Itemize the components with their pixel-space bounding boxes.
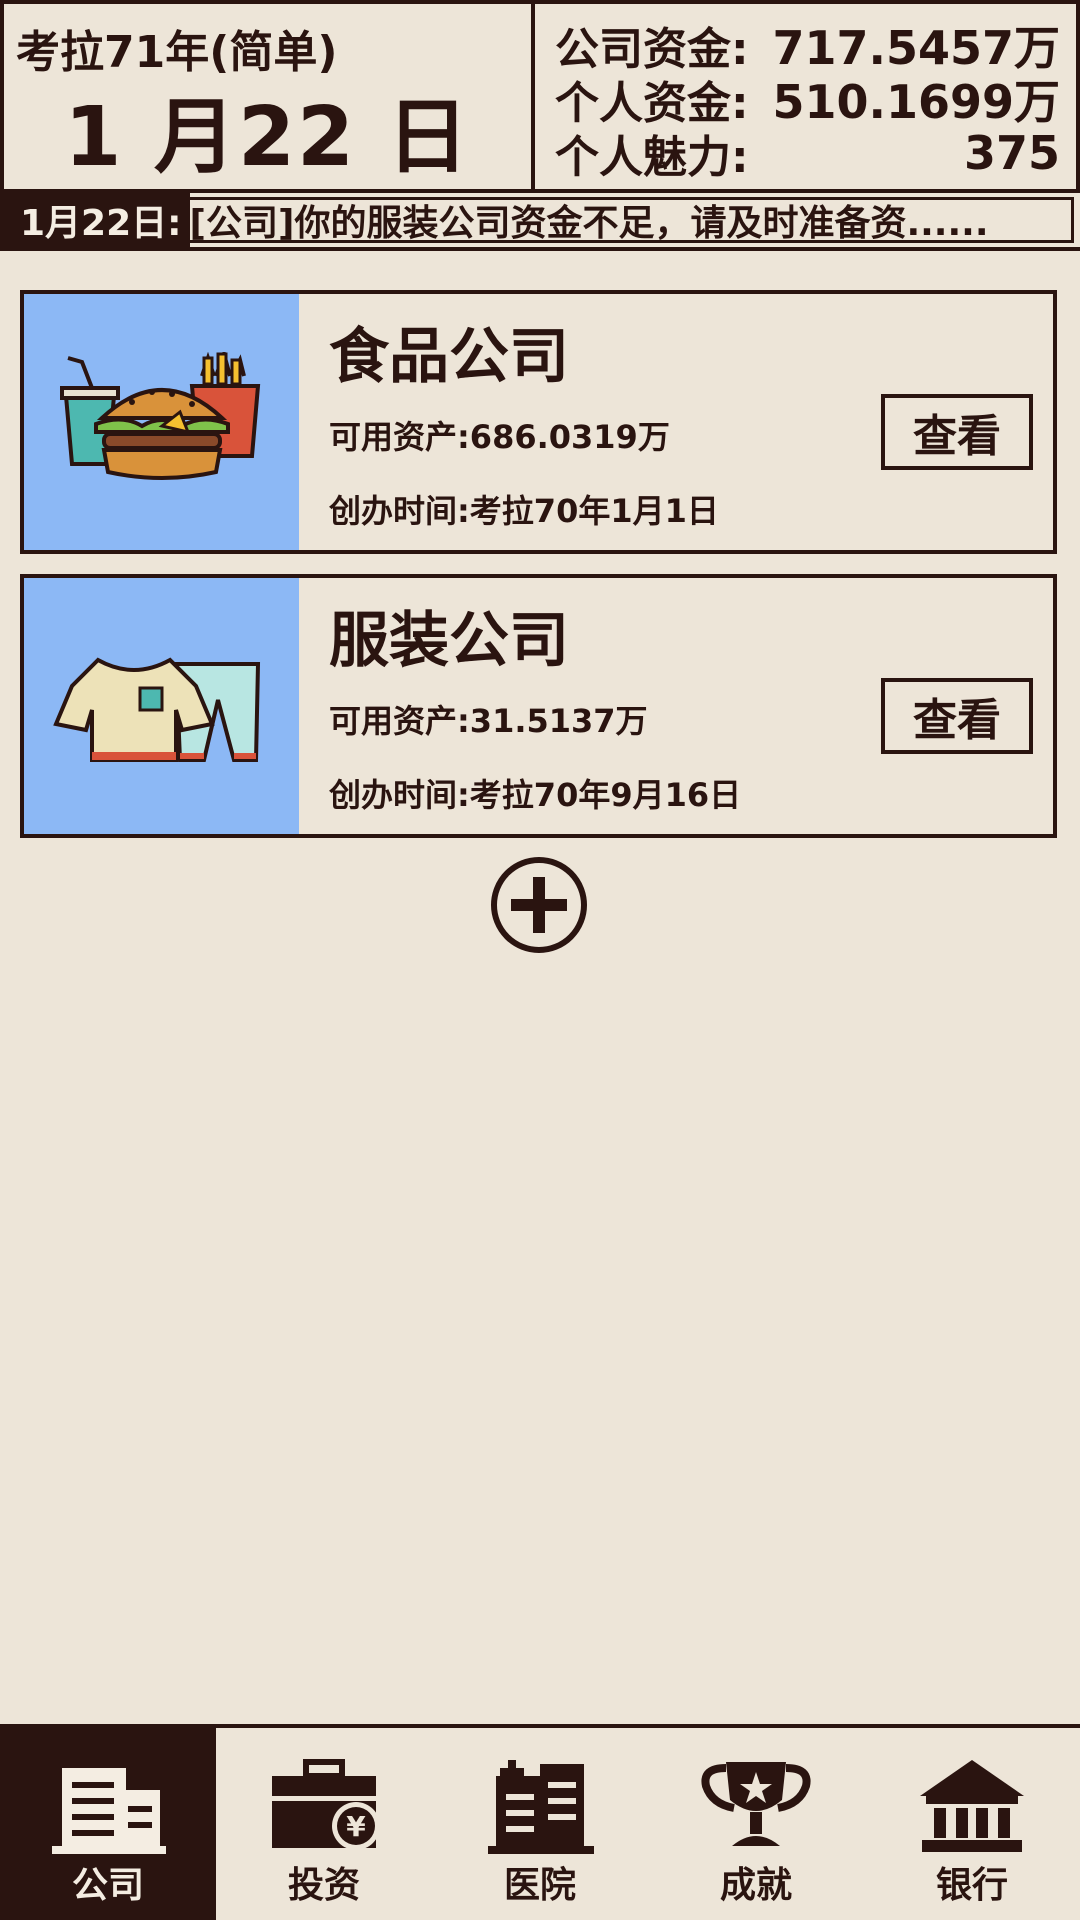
trophy-icon	[701, 1762, 811, 1846]
clothing-company-info: 服装公司 可用资产:31.5137万 创办时间:考拉70年9月16日 查看	[299, 578, 1053, 834]
available-assets: 可用资产:31.5137万	[329, 702, 648, 740]
founded-date: 创办时间:考拉70年9月16日	[329, 776, 742, 814]
nav-label: 医院	[503, 1865, 576, 1906]
news-ticker[interactable]: 1月22日: [公司]你的服装公司资金不足，请及时准备资......	[0, 193, 1080, 251]
hospital-icon	[488, 1760, 594, 1854]
plus-circle-icon	[511, 877, 567, 933]
charm-value: 375	[963, 126, 1060, 180]
current-date: 1 月22 日	[64, 90, 471, 185]
nav-invest[interactable]: ¥ 投资	[216, 1728, 432, 1920]
charm-row: 个人魅力: 375	[555, 126, 1060, 183]
bank-icon	[920, 1760, 1024, 1852]
company-card-clothing: 服装公司 可用资产:31.5137万 创办时间:考拉70年9月16日 查看	[20, 574, 1057, 838]
founded-date: 创办时间:考拉70年1月1日	[329, 492, 719, 530]
add-company-button[interactable]	[491, 857, 587, 953]
nav-label: 公司	[71, 1865, 144, 1906]
funds-panel: 公司资金: 717.5457万 个人资金: 510.1699万 个人魅力: 37…	[535, 4, 1076, 189]
status-header: 考拉71年(简单) 1 月22 日 公司资金: 717.5457万 个人资金: …	[0, 0, 1080, 193]
date-panel: 考拉71年(简单) 1 月22 日	[4, 4, 535, 189]
food-icon	[24, 294, 299, 550]
nav-achievements[interactable]: 成就	[648, 1728, 864, 1920]
ticker-message: [公司]你的服装公司资金不足，请及时准备资......	[189, 197, 1074, 243]
nav-label: 银行	[935, 1865, 1008, 1906]
available-assets: 可用资产:686.0319万	[329, 418, 670, 456]
view-food-company-button[interactable]: 查看	[881, 394, 1033, 470]
svg-text:¥: ¥	[346, 1810, 366, 1843]
nav-label: 成就	[719, 1865, 792, 1906]
clothing-icon	[24, 578, 299, 834]
personal-funds-row: 个人资金: 510.1699万	[555, 72, 1060, 129]
nav-hospital[interactable]: 医院	[432, 1728, 648, 1920]
company-card-food: 食品公司 可用资产:686.0319万 创办时间:考拉70年1月1日 查看	[20, 290, 1057, 554]
charm-label: 个人魅力:	[555, 132, 749, 183]
personal-funds-value: 510.1699万	[772, 75, 1060, 129]
view-clothing-company-button[interactable]: 查看	[881, 678, 1033, 754]
nav-bank[interactable]: 银行	[864, 1728, 1080, 1920]
nav-company[interactable]: 公司	[0, 1728, 216, 1920]
briefcase-yen-icon: ¥	[272, 1759, 380, 1850]
company-name: 服装公司	[329, 606, 569, 676]
ticker-date: 1月22日:	[0, 193, 190, 247]
bottom-navigation: 公司 ¥ 投资 医院 成就 银行	[0, 1724, 1080, 1920]
nav-label: 投资	[287, 1865, 360, 1906]
company-funds-row: 公司资金: 717.5457万	[555, 18, 1060, 75]
food-company-info: 食品公司 可用资产:686.0319万 创办时间:考拉70年1月1日 查看	[299, 294, 1053, 550]
company-name: 食品公司	[329, 322, 569, 392]
building-icon	[52, 1768, 166, 1854]
